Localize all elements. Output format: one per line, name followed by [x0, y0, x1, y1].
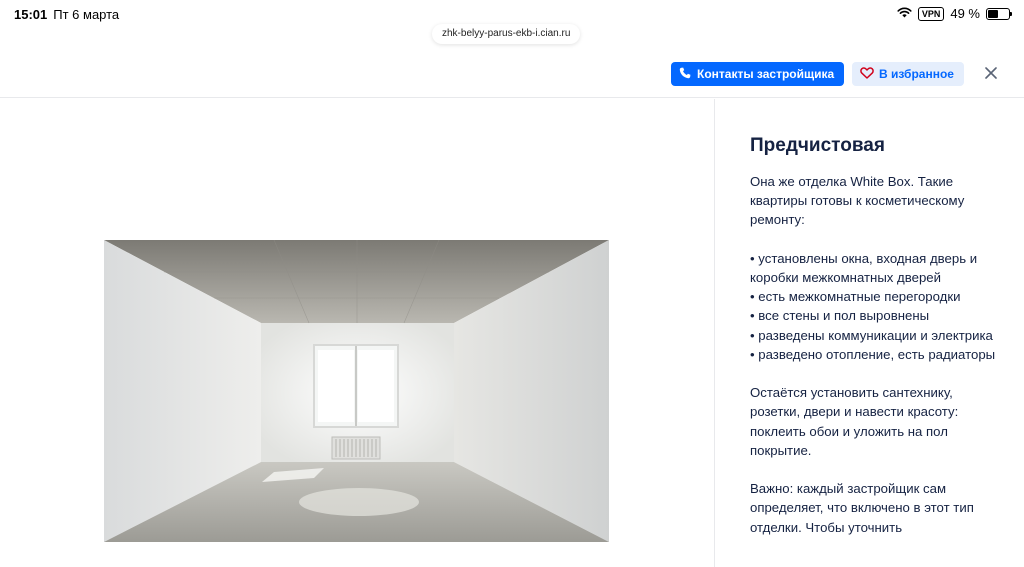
- finishing-title: Предчистовая: [750, 135, 885, 156]
- close-button[interactable]: [980, 64, 1002, 84]
- list-item: • все стены и пол выровнены: [750, 308, 930, 324]
- close-icon: [985, 66, 997, 82]
- gallery-area: [0, 99, 714, 567]
- wifi-icon: [897, 6, 912, 21]
- status-date: Пт 6 марта: [53, 7, 120, 22]
- list-item: • разведены коммуникации и электрика: [750, 327, 993, 343]
- battery-icon: [986, 7, 1012, 20]
- status-indicators: VPN 49 %: [897, 6, 1012, 21]
- add-to-favorites-label: В избранное: [879, 67, 954, 81]
- developer-contacts-label: Контакты застройщика: [697, 67, 835, 81]
- finishing-photo: [104, 240, 609, 542]
- list-item: • установлены окна, входная дверь и коро…: [750, 250, 978, 285]
- finishing-intro: Она же отделка White Box. Такие квартиры…: [750, 174, 965, 228]
- phone-icon: [679, 67, 691, 82]
- finishing-info-panel: Предчистовая Она же отделка White Box. Т…: [714, 99, 1024, 567]
- heart-icon: [860, 66, 874, 82]
- add-to-favorites-button[interactable]: В избранное: [852, 62, 964, 86]
- finishing-list: • установлены окна, входная дверь и коро…: [750, 249, 1000, 364]
- status-clock: 15:01: [14, 7, 48, 22]
- empty-room-illustration: [104, 240, 609, 542]
- list-item: • разведено отопление, есть радиаторы: [750, 346, 996, 362]
- battery-level: [988, 9, 998, 18]
- status-time: 15:01 Пт 6 марта: [14, 7, 119, 22]
- vpn-badge: VPN: [917, 6, 945, 21]
- battery-percent: 49 %: [950, 6, 980, 21]
- finishing-description: Она же отделка White Box. Такие квартиры…: [750, 172, 1000, 556]
- list-item: • есть межкомнатные перегородки: [750, 289, 961, 305]
- developer-contacts-button[interactable]: Контакты застройщика: [671, 62, 845, 86]
- top-toolbar: Контакты застройщика В избранное: [0, 56, 1024, 98]
- finishing-note: Важно: каждый застройщик сам определяет,…: [750, 481, 974, 535]
- finishing-remaining: Остаётся установить сантехнику, розетки,…: [750, 385, 959, 458]
- address-bar[interactable]: zhk-belyy-parus-ekb-i.cian.ru: [432, 24, 581, 44]
